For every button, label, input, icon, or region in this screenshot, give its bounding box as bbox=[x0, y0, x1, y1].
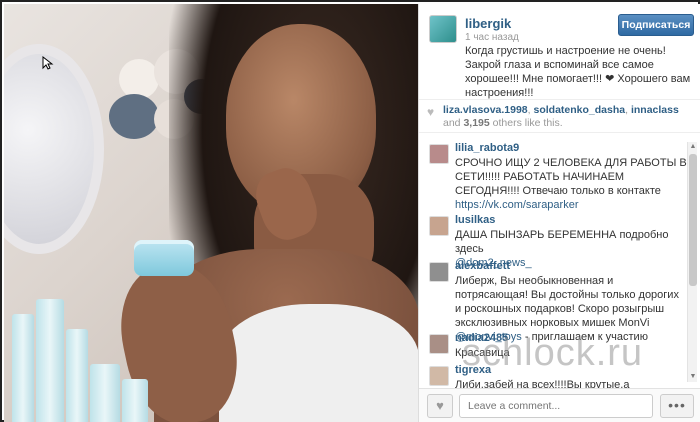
comment-item: lilia_rabota9 СРОЧНО ИЩУ 2 ЧЕЛОВЕКА ДЛЯ … bbox=[419, 142, 687, 211]
comment-item: lusilkas ДАША ПЫНЗАРЬ БЕРЕМЕННА подробно… bbox=[419, 214, 687, 269]
likes-suffix: others like this. bbox=[492, 117, 563, 129]
mouse-cursor-icon bbox=[42, 56, 54, 70]
comment-avatar[interactable] bbox=[429, 262, 449, 282]
bottle bbox=[90, 364, 120, 422]
heart-icon: ♥ bbox=[427, 105, 435, 119]
post-header: libergik 1 час назад Подписаться Когда г… bbox=[419, 4, 700, 99]
user-avatar[interactable] bbox=[429, 15, 457, 43]
like-user[interactable]: soldatenko_dasha bbox=[534, 104, 626, 116]
like-user[interactable]: liza.vlasova.1998 bbox=[443, 104, 528, 116]
comment-user[interactable]: lilia_rabota9 bbox=[455, 142, 519, 154]
like-button[interactable]: ♥ bbox=[427, 394, 453, 418]
comment-user[interactable]: alexbaffett bbox=[455, 260, 510, 272]
comment-text: СРОЧНО ИЩУ 2 ЧЕЛОВЕКА ДЛЯ РАБОТЫ В СЕТИ!… bbox=[455, 156, 687, 212]
comment-text: Либи,забей на всех!!!!Вы крутые,а осталь… bbox=[455, 378, 687, 388]
comment-user[interactable]: lusilkas bbox=[455, 214, 495, 226]
likes-and: and bbox=[443, 117, 461, 129]
comment-body: ДАША ПЫНЗАРЬ БЕРЕМЕННА подробно здесь bbox=[455, 229, 669, 255]
bottle bbox=[66, 329, 88, 422]
scroll-down-arrow-icon[interactable]: ▼ bbox=[688, 372, 698, 382]
cream-jar bbox=[134, 240, 194, 276]
instagram-post-window: libergik 1 час назад Подписаться Когда г… bbox=[0, 0, 700, 422]
comment-avatar[interactable] bbox=[429, 144, 449, 164]
post-username[interactable]: libergik bbox=[465, 16, 511, 31]
comments-scrollbar[interactable]: ▲ ▼ bbox=[687, 142, 697, 382]
bottle bbox=[36, 299, 64, 422]
post-caption: Когда грустишь и настроение не очень! За… bbox=[465, 45, 691, 99]
heart-icon: ♥ bbox=[436, 398, 444, 413]
post-time: 1 час назад bbox=[465, 32, 519, 43]
watermark: schlock.ru bbox=[462, 332, 644, 374]
comment-avatar[interactable] bbox=[429, 366, 449, 386]
comment-footer: ♥ ••• bbox=[419, 388, 700, 422]
white-top bbox=[219, 304, 418, 422]
flower bbox=[119, 59, 159, 99]
post-photo[interactable] bbox=[4, 4, 418, 422]
cosmetic-bottles bbox=[4, 274, 154, 422]
scroll-up-arrow-icon[interactable]: ▲ bbox=[688, 142, 698, 152]
flower bbox=[109, 94, 159, 139]
comment-avatar[interactable] bbox=[429, 334, 449, 354]
scroll-thumb[interactable] bbox=[689, 154, 697, 286]
bottle bbox=[122, 379, 148, 422]
likes-row: ♥ liza.vlasova.1998, soldatenko_dasha, i… bbox=[419, 99, 700, 133]
comment-avatar[interactable] bbox=[429, 216, 449, 236]
comment-body: СРОЧНО ИЩУ 2 ЧЕЛОВЕКА ДЛЯ РАБОТЫ В СЕТИ!… bbox=[455, 157, 687, 197]
more-options-button[interactable]: ••• bbox=[660, 394, 694, 418]
follow-button[interactable]: Подписаться bbox=[618, 14, 694, 36]
comment-body: Либи,забей на всех!!!!Вы крутые,а осталь… bbox=[455, 379, 630, 388]
comment-item: alexbaffett Либерж, Вы необыкновенная и … bbox=[419, 260, 687, 343]
comment-input[interactable] bbox=[459, 394, 653, 418]
mirror-background bbox=[4, 44, 104, 254]
bottle bbox=[12, 314, 34, 422]
comment-body: Либерж, Вы необыкновенная и потрясающая!… bbox=[455, 275, 679, 329]
likes-count[interactable]: 3,195 bbox=[463, 117, 489, 129]
like-user[interactable]: innaclass bbox=[631, 104, 679, 116]
comment-link[interactable]: https://vk.com/saraparker bbox=[455, 199, 579, 211]
